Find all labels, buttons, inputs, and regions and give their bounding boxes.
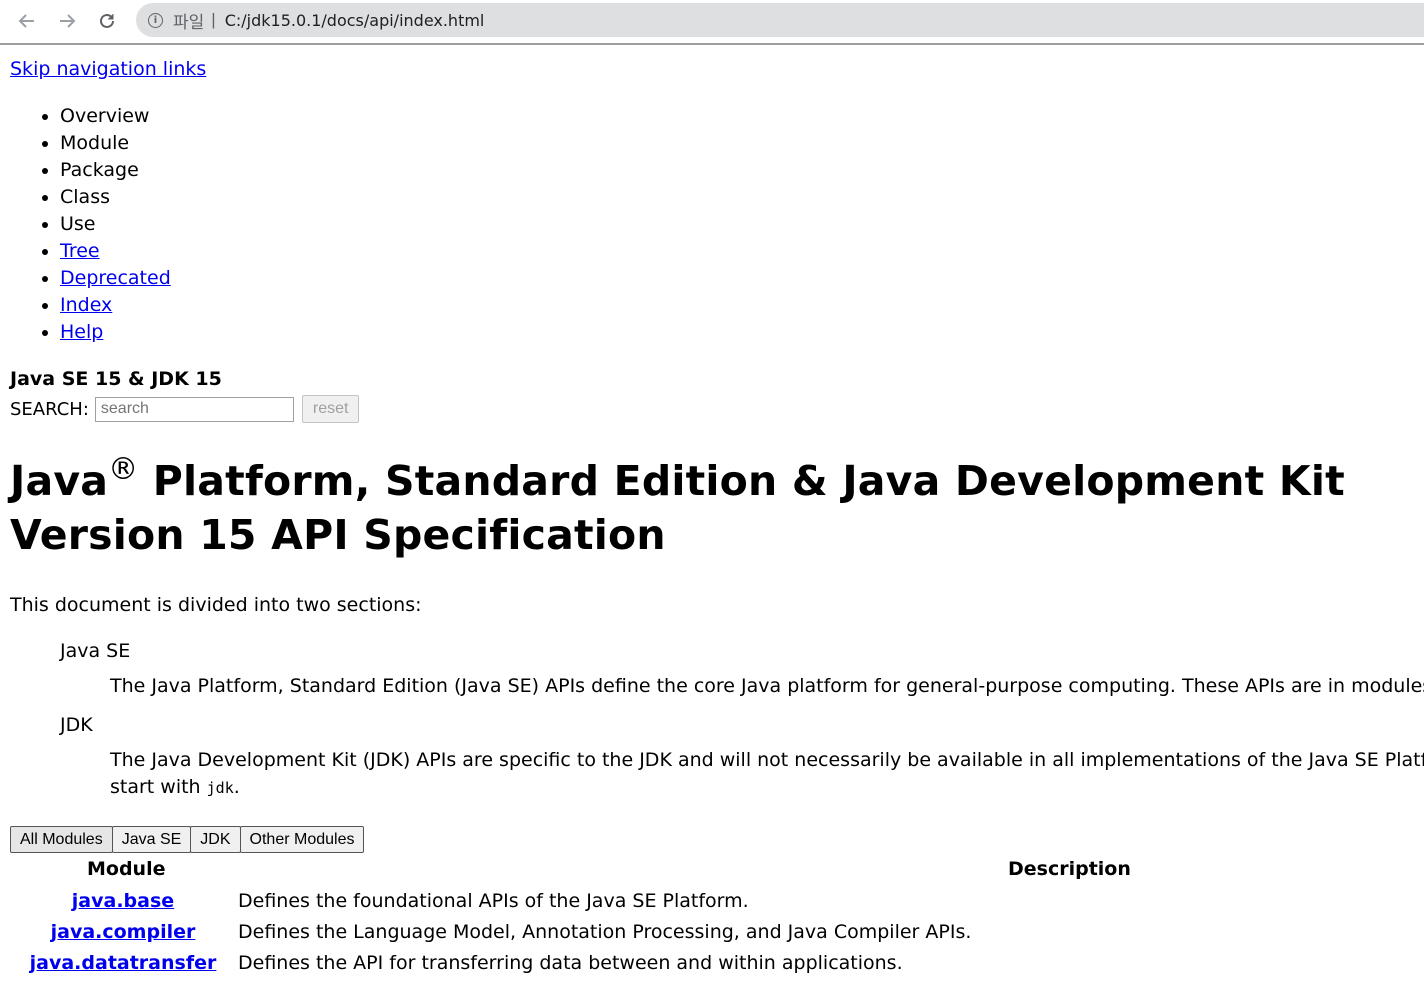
tab-jdk[interactable]: JDK [190, 826, 241, 853]
tab-all-modules[interactable]: All Modules [10, 826, 113, 853]
nav-item-tree[interactable]: Tree [60, 238, 171, 265]
title-java: Java [10, 457, 109, 505]
browser-toolbar: i 파일 | C:/jdk15.0.1/docs/api/index.html [0, 0, 1424, 45]
section-term-java-se: Java SE [60, 640, 131, 662]
nav-module-label: Module [60, 132, 130, 154]
nav-item-help[interactable]: Help [60, 319, 171, 346]
module-description: Defines the API for transferring data be… [238, 952, 903, 974]
header-title: Java SE 15 & JDK 15 [10, 368, 222, 390]
nav-deprecated-link[interactable]: Deprecated [60, 267, 171, 289]
nav-item-class: Class [60, 184, 171, 211]
jdk-cont-suffix: . [233, 776, 240, 798]
nav-item-index[interactable]: Index [60, 292, 171, 319]
section-desc-java-se: The Java Platform, Standard Edition (Jav… [110, 675, 1424, 697]
module-description: Defines the foundational APIs of the Jav… [238, 890, 749, 912]
nav-class-label: Class [60, 186, 110, 208]
section-term-jdk: JDK [60, 714, 93, 736]
module-link[interactable]: java.datatransfer [10, 952, 236, 974]
module-link[interactable]: java.base [10, 890, 236, 912]
info-icon[interactable]: i [148, 12, 163, 28]
nav-item-module: Module [60, 130, 171, 157]
tab-java-se[interactable]: Java SE [111, 826, 192, 853]
tab-other-modules[interactable]: Other Modules [239, 826, 365, 853]
jdk-code: jdk [206, 779, 234, 797]
nav-tree-link[interactable]: Tree [60, 240, 100, 262]
skip-navigation-link[interactable]: Skip navigation links [10, 58, 206, 80]
table-row: java.compiler Defines the Language Model… [10, 921, 1424, 952]
module-tabs: All Modules Java SE JDK Other Modules [10, 826, 365, 853]
nav-overview-label: Overview [60, 105, 150, 127]
reload-icon [100, 13, 114, 28]
reload-button[interactable] [92, 6, 122, 36]
nav-package-label: Package [60, 159, 139, 181]
title-line1-rest: Platform, Standard Edition & Java Develo… [138, 457, 1345, 505]
separator: | [211, 10, 216, 29]
top-nav: Overview Module Package Class Use Tree Depreca… [10, 103, 171, 346]
table-row: java.base Defines the foundational APIs … [10, 890, 1424, 921]
search-input[interactable] [94, 396, 294, 422]
jdk-cont-prefix: start with [110, 776, 207, 798]
nav-item-overview: Overview [60, 103, 171, 130]
nav-item-package: Package [60, 157, 171, 184]
module-link[interactable]: java.compiler [10, 921, 236, 943]
nav-help-link[interactable]: Help [60, 321, 103, 343]
back-button[interactable] [12, 6, 42, 36]
search-row: SEARCH: reset [10, 395, 360, 423]
column-header-module: Module [87, 858, 166, 880]
section-desc-jdk: The Java Development Kit (JDK) APIs are … [110, 749, 1424, 771]
nav-index-link[interactable]: Index [60, 294, 112, 316]
forward-button[interactable] [52, 6, 82, 36]
page-title: Java® Platform, Standard Edition & Java … [10, 454, 1345, 562]
table-row: java.datatransfer Defines the API for tr… [10, 952, 1424, 983]
reset-button[interactable]: reset [301, 395, 360, 423]
nav-item-deprecated[interactable]: Deprecated [60, 265, 171, 292]
url-text[interactable]: C:/jdk15.0.1/docs/api/index.html [225, 11, 485, 30]
address-bar[interactable]: i 파일 | C:/jdk15.0.1/docs/api/index.html [136, 3, 1424, 37]
nav-item-use: Use [60, 211, 171, 238]
arrow-right-icon [60, 14, 76, 28]
module-description: Defines the Language Model, Annotation P… [238, 921, 972, 943]
column-header-description: Description [1008, 858, 1131, 880]
search-label: SEARCH: [10, 398, 89, 420]
intro-text: This document is divided into two sectio… [10, 594, 422, 616]
nav-use-label: Use [60, 213, 96, 235]
title-line2: Version 15 API Specification [10, 511, 666, 559]
arrow-left-icon [18, 14, 34, 28]
section-desc-jdk-cont: start with jdk. [110, 774, 240, 802]
protocol-label: 파일 [173, 12, 205, 32]
registered-mark: ® [108, 452, 139, 487]
